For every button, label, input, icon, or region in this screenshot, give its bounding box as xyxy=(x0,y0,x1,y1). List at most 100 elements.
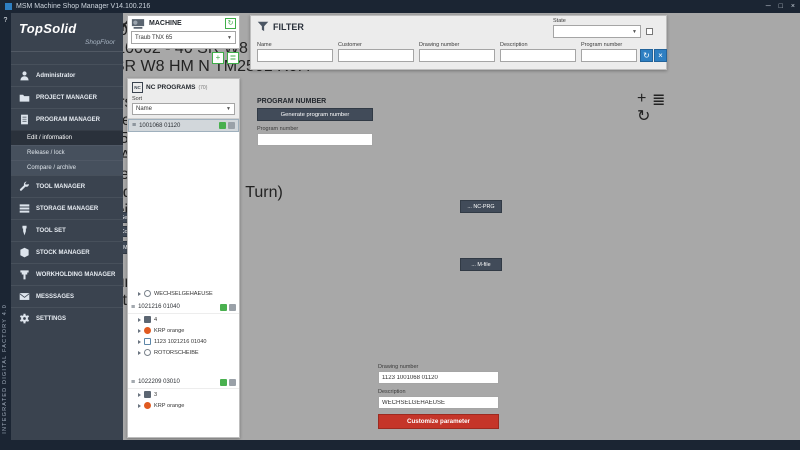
machine-list-icon[interactable]: ≣ xyxy=(227,52,239,64)
list-gap xyxy=(128,358,239,376)
clear-filter-button[interactable]: × xyxy=(654,49,667,62)
cube-icon xyxy=(19,247,30,258)
sidebar-item-messages[interactable]: MESSSAGES xyxy=(11,285,123,307)
description-field[interactable] xyxy=(378,396,499,409)
occluded-rows-area xyxy=(128,132,239,288)
program-number-input[interactable] xyxy=(581,49,637,62)
chevron-right-icon xyxy=(138,292,141,296)
sidebar-item-program-manager[interactable]: PROGRAM MANAGER xyxy=(11,108,123,130)
sidebar-item-workholding-manager[interactable]: WORKHOLDING MANAGER xyxy=(11,263,123,285)
sidebar-item-tool-set[interactable]: TOOL SET xyxy=(11,219,123,241)
drawing-number-input[interactable] xyxy=(419,49,495,62)
sidebar-item-stock-manager[interactable]: STOCK MANAGER xyxy=(11,241,123,263)
state-checkbox[interactable] xyxy=(646,28,653,35)
logo-sub: ShopFloor xyxy=(19,39,115,46)
nc-child-row[interactable]: 4 xyxy=(128,314,239,325)
maximize-button[interactable]: □ xyxy=(779,3,783,10)
customize-parameter-button[interactable]: Customize parameter xyxy=(378,414,499,429)
sidebar-item-label: SETTINGS xyxy=(36,316,66,322)
drawing-icon xyxy=(144,338,151,345)
machine-add-icon[interactable]: + xyxy=(212,52,224,64)
nc-child-row[interactable]: ROTORSCHEIBE xyxy=(128,347,239,358)
refresh-button[interactable]: ↻ xyxy=(640,49,653,62)
nc-child-row[interactable]: KRP orange xyxy=(128,325,239,336)
machine-icon xyxy=(131,18,145,29)
nc-child-row[interactable]: WECHSELGEHAEUSE xyxy=(128,288,239,299)
machine-select[interactable]: Traub TNX 65 ▼ xyxy=(131,31,236,44)
nc-programs-title: NC PROGRAMS xyxy=(146,84,195,91)
part-icon xyxy=(144,349,151,356)
nc-program-row[interactable]: ≡ 1021216 01040 xyxy=(128,301,239,314)
sidebar: TopSolid ShopFloor Administrator PROJECT… xyxy=(11,13,123,440)
create-m-file-button[interactable]: ... M-file xyxy=(460,258,502,271)
krp-dot-icon xyxy=(144,402,151,409)
submenu-label: Compare / archive xyxy=(27,165,76,171)
part-icon xyxy=(144,290,151,297)
machine-title: MACHINE xyxy=(149,20,182,27)
subprograms-list-icon[interactable]: ≣ xyxy=(652,90,665,110)
name-input[interactable] xyxy=(257,49,333,62)
nc-child-label: ROTORSCHEIBE xyxy=(154,350,199,356)
sidebar-item-label: STORAGE MANAGER xyxy=(36,206,98,212)
load-to-nc-prg-button[interactable]: ... NC-PRG xyxy=(460,200,502,213)
nc-badge-icon: NC xyxy=(132,82,143,93)
sidebar-item-label: TOOL SET xyxy=(36,228,66,234)
nc-child-label: KRP orange xyxy=(154,403,184,409)
nc-program-name: 1022209 03010 xyxy=(138,379,180,385)
sidebar-item-tool-manager[interactable]: TOOL MANAGER xyxy=(11,175,123,197)
nc-child-row[interactable]: 3 xyxy=(128,389,239,400)
sidebar-item-project-manager[interactable]: PROJECT MANAGER xyxy=(11,86,123,108)
submenu-label: Edit / information xyxy=(27,135,72,141)
titlebar: MSM Machine Shop Manager V14.100.216 ─ □… xyxy=(0,0,800,13)
sidebar-item-administrator[interactable]: Administrator xyxy=(11,64,123,86)
filter-title: FILTER xyxy=(273,22,304,32)
status-badge-green xyxy=(220,304,227,311)
filter-field-label: Drawing number xyxy=(419,42,459,48)
submenu-item-compare-archive[interactable]: Compare / archive xyxy=(11,160,123,175)
nc-program-name: 1021216 01040 xyxy=(138,304,180,310)
submenu-item-edit-information[interactable]: Edit / information xyxy=(11,130,123,145)
state-select[interactable]: ▼ xyxy=(553,25,641,38)
list-icon: ≡ xyxy=(132,122,136,129)
filter-field-label: Name xyxy=(257,42,272,48)
minimize-button[interactable]: ─ xyxy=(766,3,771,10)
submenu-label: Release / lock xyxy=(27,150,65,156)
submenu-item-release-lock[interactable]: Release / lock xyxy=(11,145,123,160)
nc-child-label: KRP orange xyxy=(154,328,184,334)
sidebar-item-label: PROJECT MANAGER xyxy=(36,95,97,101)
drawing-number-field[interactable] xyxy=(378,371,499,384)
nc-program-row[interactable]: ≡ 1001068 01120 xyxy=(128,119,239,132)
nc-program-row[interactable]: ≡ 1022209 03010 xyxy=(128,376,239,389)
customer-input[interactable] xyxy=(338,49,414,62)
subprograms-refresh-icon[interactable]: ↻ xyxy=(637,106,650,126)
nc-programs-count: (70) xyxy=(198,85,207,91)
help-icon[interactable]: ? xyxy=(0,17,11,24)
sidebar-item-storage-manager[interactable]: STORAGE MANAGER xyxy=(11,197,123,219)
chevron-right-icon xyxy=(138,351,141,355)
nc-child-row[interactable]: 1123 1021216 01040 xyxy=(128,336,239,347)
envelope-icon xyxy=(19,291,30,302)
filter-field-label: Customer xyxy=(338,42,362,48)
sidebar-item-label: Administrator xyxy=(36,73,75,79)
machine-sync-icon[interactable]: ↻ xyxy=(225,18,236,29)
state-label: State xyxy=(553,18,566,24)
chevron-right-icon xyxy=(138,318,141,322)
logo-name: TopSolid xyxy=(19,21,77,36)
nc-child-row[interactable]: KRP orange xyxy=(128,400,239,411)
window-title: MSM Machine Shop Manager V14.100.216 xyxy=(16,3,150,10)
bottom-bar xyxy=(0,440,800,450)
sort-label: Sort xyxy=(128,94,239,103)
filter-panel: FILTER State ▼ Name Customer Drawing num… xyxy=(250,15,667,70)
sidebar-item-label: STOCK MANAGER xyxy=(36,250,90,256)
filter-field-label: Description xyxy=(500,42,528,48)
sidebar-item-settings[interactable]: SETTINGS xyxy=(11,307,123,329)
close-button[interactable]: × xyxy=(791,3,795,10)
sidebar-item-label: WORKHOLDING MANAGER xyxy=(36,272,115,278)
chevron-right-icon xyxy=(138,393,141,397)
description-input[interactable] xyxy=(500,49,576,62)
sort-select[interactable]: Name ▼ xyxy=(132,103,235,115)
chevron-down-icon: ▼ xyxy=(632,29,637,35)
sidebar-item-label: TOOL MANAGER xyxy=(36,184,85,190)
wrench-icon xyxy=(19,181,30,192)
drill-bit-icon xyxy=(19,225,30,236)
